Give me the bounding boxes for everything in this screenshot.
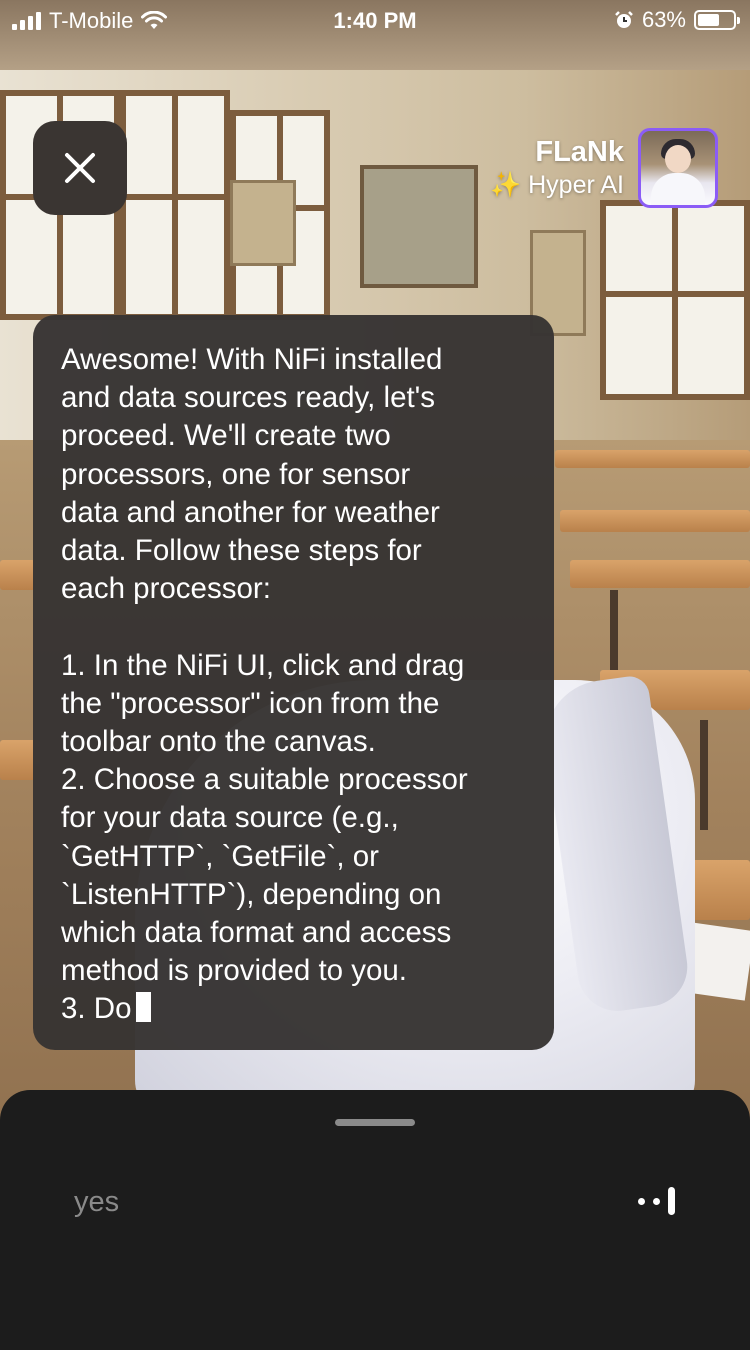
- wall-poster: [360, 165, 478, 288]
- status-right: 63%: [614, 7, 740, 33]
- message-input[interactable]: yes: [74, 1186, 594, 1219]
- battery-fill: [698, 14, 720, 26]
- avatar[interactable]: [638, 128, 718, 208]
- avatar-body: [651, 173, 705, 205]
- window: [120, 90, 230, 320]
- voice-input-icon[interactable]: [638, 1184, 694, 1218]
- desk: [555, 450, 750, 468]
- typing-cursor: [135, 992, 151, 1023]
- close-button[interactable]: [33, 121, 127, 215]
- battery-percent: 63%: [641, 7, 686, 32]
- desk: [560, 510, 750, 532]
- character-name: FLaNk: [535, 136, 624, 168]
- alarm-icon: [615, 11, 633, 28]
- battery-icon: [694, 10, 740, 30]
- desk: [0, 560, 35, 590]
- drag-handle[interactable]: [335, 1119, 415, 1126]
- ai-message-bubble: Awesome! With NiFi installed and data so…: [33, 315, 554, 1050]
- status-bar: T-Mobile 1:40 PM 63%: [0, 0, 750, 40]
- character-profile[interactable]: FLaNk ✨ Hyper AI: [490, 128, 718, 208]
- desk-leg: [700, 720, 708, 830]
- desk-leg: [610, 590, 618, 670]
- avatar-head: [665, 145, 691, 173]
- window-right: [600, 200, 750, 400]
- close-icon: [65, 153, 95, 183]
- wall-poster: [230, 180, 296, 266]
- character-names: FLaNk ✨ Hyper AI: [490, 136, 624, 200]
- desk: [570, 560, 750, 588]
- ai-message-text: Awesome! With NiFi installed and data so…: [61, 343, 468, 1026]
- composer-sheet: yes: [0, 1090, 750, 1350]
- character-subtitle: ✨ Hyper AI: [490, 171, 624, 199]
